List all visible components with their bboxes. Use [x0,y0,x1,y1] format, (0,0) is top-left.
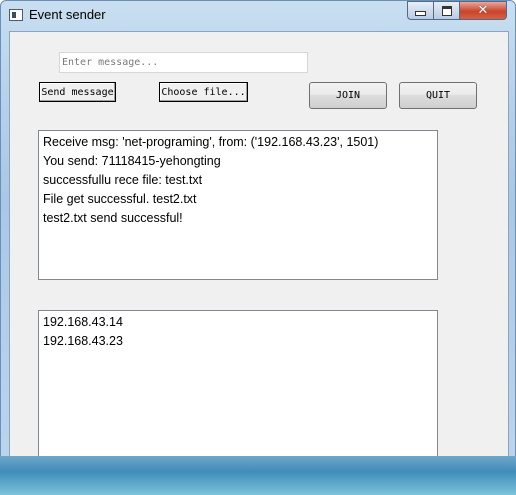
choose-file-button[interactable]: Choose file... [159,82,248,102]
minimize-button[interactable] [407,1,434,20]
host-list[interactable]: 192.168.43.14 192.168.43.23 [38,310,438,470]
minimize-icon [415,11,426,16]
log-line: successfullu rece file: test.txt [43,173,203,187]
log-line: You send: 71118415-yehongting [43,154,221,168]
title-bar[interactable]: Event sender ✕ [1,1,515,31]
host-line: 192.168.43.23 [43,334,123,348]
join-button[interactable]: JOIN [309,82,387,109]
message-log[interactable]: Receive msg: 'net-programing', from: ('1… [38,130,438,280]
maximize-button[interactable] [434,1,460,20]
log-line: test2.txt send successful! [43,211,183,225]
window-title: Event sender [29,7,106,22]
taskbar [0,456,516,495]
window-app-icon[interactable] [9,9,23,21]
quit-button[interactable]: QUIT [399,82,477,109]
maximize-icon [441,5,452,16]
close-button[interactable]: ✕ [460,1,507,20]
close-icon: ✕ [477,3,489,18]
send-message-button[interactable]: Send message [39,82,116,102]
log-line: Receive msg: 'net-programing', from: ('1… [43,135,379,149]
message-input[interactable] [59,52,308,73]
caption-buttons: ✕ [407,1,507,21]
host-line: 192.168.43.14 [43,315,123,329]
log-line: File get successful. test2.txt [43,192,197,206]
